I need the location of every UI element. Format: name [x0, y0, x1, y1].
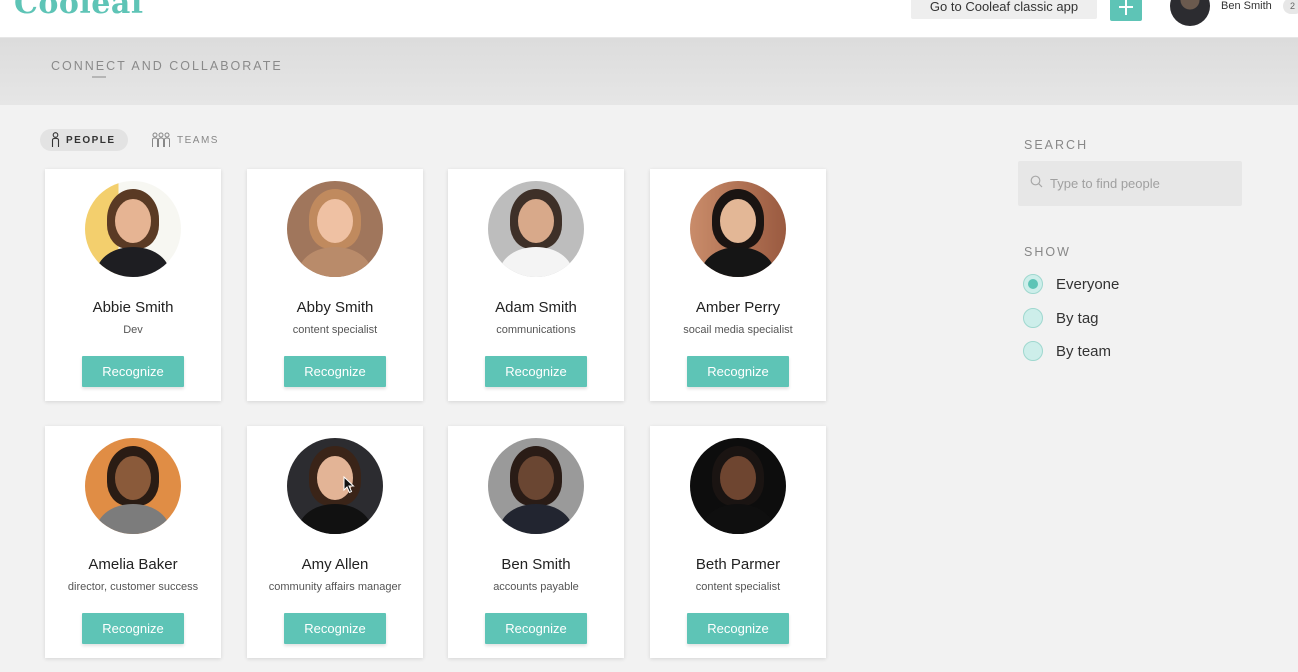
person-avatar: [690, 181, 786, 277]
person-role: community affairs manager: [268, 581, 402, 593]
person-avatar: [488, 181, 584, 277]
person-name: Abbie Smith: [92, 299, 174, 316]
person-role: accounts payable: [493, 581, 579, 593]
person-name: Ben Smith: [501, 556, 571, 573]
person-role: content specialist: [695, 581, 781, 593]
search-label: SEARCH: [1024, 138, 1089, 152]
recognize-button[interactable]: Recognize: [284, 356, 386, 387]
person-role: Dev: [123, 324, 143, 336]
radio-button[interactable]: [1023, 341, 1043, 361]
radio-button[interactable]: [1023, 308, 1043, 328]
radio-button-checked[interactable]: [1023, 274, 1043, 294]
user-name[interactable]: Ben Smith: [1221, 0, 1272, 12]
tab-people[interactable]: PEOPLE: [40, 129, 128, 151]
add-button[interactable]: [1110, 0, 1142, 21]
person-card[interactable]: Amy Allen community affairs manager Reco…: [247, 426, 423, 658]
person-name: Amber Perry: [695, 299, 781, 316]
search-input[interactable]: [1050, 176, 1230, 191]
radio-everyone[interactable]: Everyone: [1023, 274, 1119, 294]
person-role: communications: [496, 324, 576, 336]
person-avatar: [85, 438, 181, 534]
person-role: socail media specialist: [683, 324, 793, 336]
user-avatar[interactable]: [1170, 0, 1210, 26]
person-avatar: [690, 438, 786, 534]
recognize-button[interactable]: Recognize: [284, 613, 386, 644]
mouse-cursor-icon: [343, 475, 355, 499]
person-name: Amy Allen: [301, 556, 369, 573]
person-card[interactable]: Amber Perry socail media specialist Reco…: [650, 169, 826, 401]
classic-app-button[interactable]: Go to Cooleaf classic app: [911, 0, 1097, 19]
tab-people-label: PEOPLE: [66, 134, 116, 146]
person-name: Amelia Baker: [88, 556, 178, 573]
tab-teams[interactable]: TEAMS: [151, 129, 219, 151]
search-box[interactable]: [1018, 161, 1242, 206]
person-card[interactable]: Amelia Baker director, customer success …: [45, 426, 221, 658]
person-avatar: [287, 438, 383, 534]
cooleaf-logo[interactable]: Cooleaf: [14, 0, 144, 21]
person-avatar: [488, 438, 584, 534]
person-avatar: [287, 181, 383, 277]
search-icon: [1030, 175, 1043, 193]
show-label: SHOW: [1024, 245, 1071, 259]
recognize-button[interactable]: Recognize: [485, 613, 587, 644]
person-card[interactable]: Abby Smith content specialist Recognize: [247, 169, 423, 401]
page-subtitle: CONNECT AND COLLABORATE: [51, 59, 283, 73]
recognize-button[interactable]: Recognize: [485, 356, 587, 387]
person-role: director, customer success: [67, 581, 199, 593]
person-role: content specialist: [292, 324, 378, 336]
person-avatar: [85, 181, 181, 277]
recognize-button[interactable]: Recognize: [82, 613, 184, 644]
tab-teams-label: TEAMS: [177, 134, 219, 146]
person-name: Adam Smith: [495, 299, 577, 316]
page-banner: CONNECT AND COLLABORATE: [0, 38, 1298, 105]
person-name: Beth Parmer: [695, 556, 781, 573]
person-card[interactable]: Ben Smith accounts payable Recognize: [448, 426, 624, 658]
top-bar: Cooleaf Go to Cooleaf classic app Ben Sm…: [0, 0, 1298, 38]
recognize-button[interactable]: Recognize: [687, 613, 789, 644]
person-name: Abby Smith: [296, 299, 374, 316]
person-icon: [51, 132, 60, 148]
person-card[interactable]: Adam Smith communications Recognize: [448, 169, 624, 401]
recognize-button[interactable]: Recognize: [82, 356, 184, 387]
person-card[interactable]: Abbie Smith Dev Recognize: [45, 169, 221, 401]
teams-icon: [151, 132, 171, 148]
radio-label: Everyone: [1056, 275, 1120, 293]
radio-by-tag[interactable]: By tag: [1023, 308, 1099, 328]
radio-label: By team: [1056, 342, 1112, 360]
radio-by-team[interactable]: By team: [1023, 341, 1111, 361]
recognize-button[interactable]: Recognize: [687, 356, 789, 387]
radio-label: By tag: [1056, 309, 1099, 327]
person-card[interactable]: Beth Parmer content specialist Recognize: [650, 426, 826, 658]
user-menu-pill[interactable]: 2: [1283, 0, 1298, 14]
